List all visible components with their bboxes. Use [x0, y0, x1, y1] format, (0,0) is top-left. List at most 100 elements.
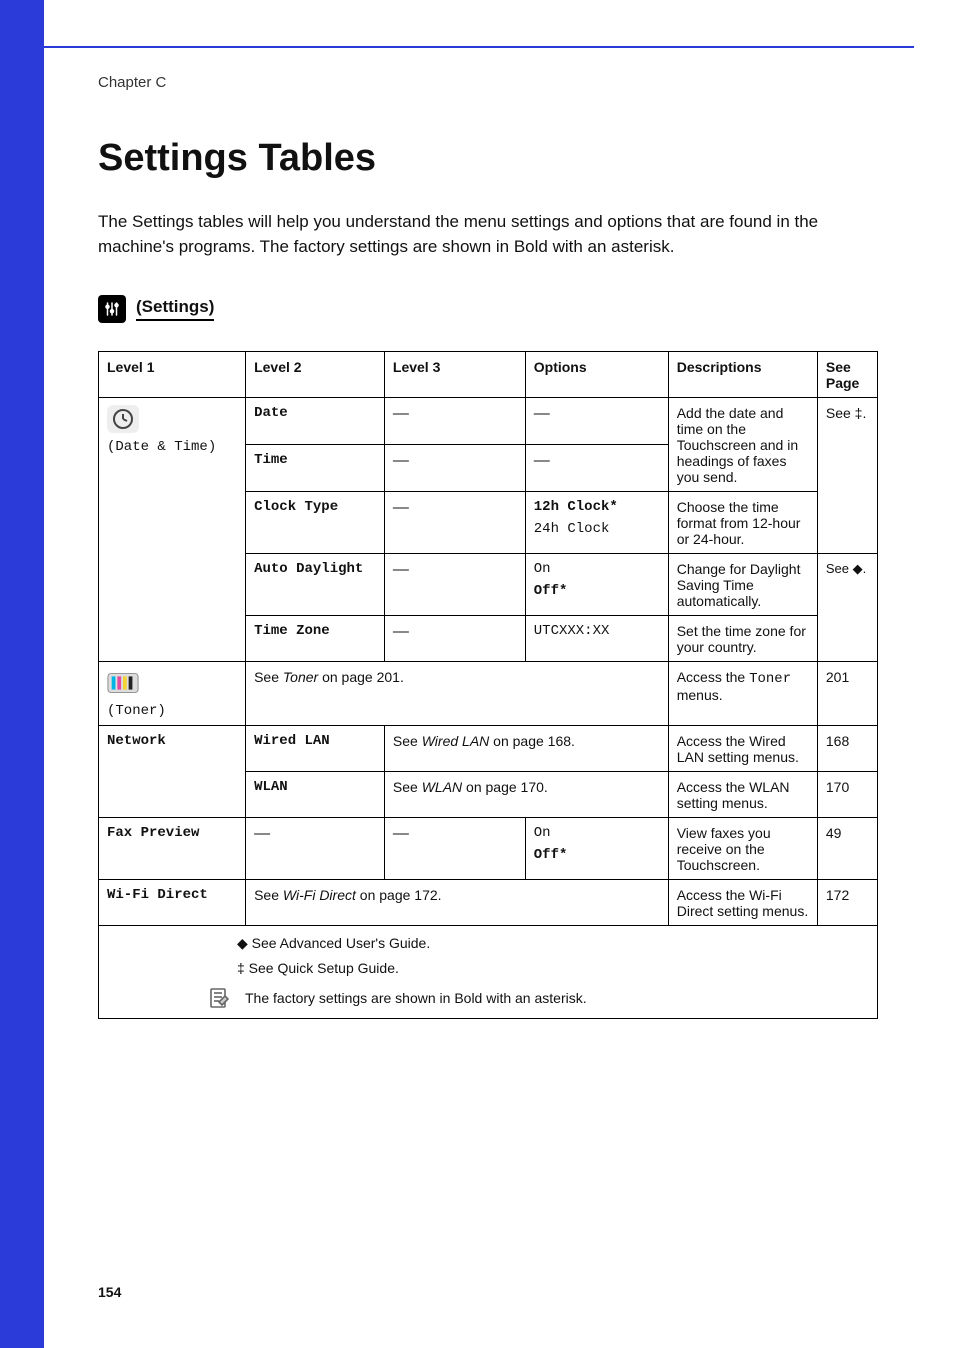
footnote-factory: The factory settings are shown in Bold w…	[245, 990, 587, 1006]
cell-timezone-level3: —	[384, 616, 525, 662]
th-level3: Level 3	[384, 352, 525, 398]
wifidirect-ref-ital: Wi-Fi Direct	[283, 887, 356, 903]
content-area: Chapter C Settings Tables The Settings t…	[98, 74, 878, 1019]
table-header-row: Level 1 Level 2 Level 3 Options Descript…	[99, 352, 878, 398]
page: Chapter C Settings Tables The Settings t…	[0, 0, 954, 1348]
toner-label: (Toner)	[107, 703, 166, 719]
wiredlan-ref-prefix: See	[393, 733, 422, 749]
footnote-ddagger: ‡ See Quick Setup Guide.	[237, 960, 869, 976]
settings-icon	[98, 295, 126, 323]
date-time-label: (Date & Time)	[107, 439, 216, 455]
cell-footnotes: ◆ See Advanced User's Guide. ‡ See Quick…	[99, 926, 878, 1019]
th-level2: Level 2	[246, 352, 385, 398]
cell-date-options: —	[525, 398, 668, 445]
wlan-ref-suffix: on page 170.	[462, 779, 548, 795]
autodaylight-opt2: Off*	[534, 583, 660, 599]
cell-date-time-level1: (Date & Time)	[99, 398, 246, 662]
autodaylight-opt1: On	[534, 561, 660, 577]
th-see-page: See Page	[817, 352, 877, 398]
settings-header-text: (Settings)	[136, 297, 214, 321]
cell-wlan-ref: See WLAN on page 170.	[384, 772, 668, 818]
cell-timezone-desc: Set the time zone for your country.	[668, 616, 817, 662]
cell-toner-ref: See Toner on page 201.	[246, 662, 669, 726]
clocktype-opt2: 24h Clock	[534, 521, 660, 537]
row-wired-lan: Network Wired LAN See Wired LAN on page …	[99, 726, 878, 772]
cell-autodaylight-level2: Auto Daylight	[246, 554, 385, 616]
row-wifi-direct: Wi-Fi Direct See Wi-Fi Direct on page 17…	[99, 880, 878, 926]
toner-ref-prefix: See	[254, 669, 283, 685]
cell-wiredlan-page: 168	[817, 726, 877, 772]
wlan-ref-prefix: See	[393, 779, 422, 795]
cell-faxpreview-page: 49	[817, 818, 877, 880]
cell-toner-level1: (Toner)	[99, 662, 246, 726]
cell-date-time-desc: Add the date and time on the Touchscreen…	[668, 398, 817, 492]
cell-autodaylight-options: On Off*	[525, 554, 668, 616]
wifidirect-ref-prefix: See	[254, 887, 283, 903]
intro-paragraph: The Settings tables will help you unders…	[98, 210, 878, 259]
settings-table: Level 1 Level 2 Level 3 Options Descript…	[98, 351, 878, 1019]
cell-date-level3: —	[384, 398, 525, 445]
cell-faxpreview-desc: View faxes you receive on the Touchscree…	[668, 818, 817, 880]
cell-wiredlan-ref: See Wired LAN on page 168.	[384, 726, 668, 772]
cell-wiredlan-desc: Access the Wired LAN setting menus.	[668, 726, 817, 772]
row-date: (Date & Time) Date — — Add the date and …	[99, 398, 878, 445]
toner-ref-ital: Toner	[283, 669, 318, 685]
cell-date-time-seepage: See ‡.	[817, 398, 877, 554]
cell-timezone-options: UTCXXX:XX	[525, 616, 668, 662]
faxpreview-opt2: Off*	[534, 847, 660, 863]
cell-autodaylight-seepage: See ◆.	[817, 554, 877, 662]
clocktype-opt1: 12h Clock*	[534, 499, 660, 515]
cell-timezone-level2: Time Zone	[246, 616, 385, 662]
cell-clocktype-desc: Choose the time format from 12-hour or 2…	[668, 492, 817, 554]
row-footnotes: ◆ See Advanced User's Guide. ‡ See Quick…	[99, 926, 878, 1019]
cell-wlan-level2: WLAN	[246, 772, 385, 818]
settings-section-header: (Settings)	[98, 295, 214, 323]
cell-toner-desc: Access the Toner menus.	[668, 662, 817, 726]
clock-icon	[107, 405, 139, 433]
cell-wlan-desc: Access the WLAN setting menus.	[668, 772, 817, 818]
cell-autodaylight-desc: Change for Daylight Saving Time automati…	[668, 554, 817, 616]
cell-autodaylight-level3: —	[384, 554, 525, 616]
cell-time-level2: Time	[246, 445, 385, 492]
cell-faxpreview-options: On Off*	[525, 818, 668, 880]
wifidirect-ref-suffix: on page 172.	[356, 887, 442, 903]
toner-ref-suffix: on page 201.	[318, 669, 404, 685]
cell-clocktype-level3: —	[384, 492, 525, 554]
cell-toner-page: 201	[817, 662, 877, 726]
cell-clocktype-options: 12h Clock* 24h Clock	[525, 492, 668, 554]
cell-wlan-page: 170	[817, 772, 877, 818]
chapter-label: Chapter C	[98, 74, 878, 91]
cell-wifidirect-desc: Access the Wi-Fi Direct setting menus.	[668, 880, 817, 926]
top-rule	[44, 46, 914, 48]
wiredlan-ref-suffix: on page 168.	[489, 733, 575, 749]
cell-wifidirect-ref: See Wi-Fi Direct on page 172.	[246, 880, 669, 926]
wiredlan-ref-ital: Wired LAN	[422, 733, 490, 749]
th-options: Options	[525, 352, 668, 398]
note-icon	[203, 984, 235, 1012]
toner-icon	[107, 669, 139, 697]
cell-network-level1: Network	[99, 726, 246, 818]
cell-wiredlan-level2: Wired LAN	[246, 726, 385, 772]
row-toner: (Toner) See Toner on page 201. Access th…	[99, 662, 878, 726]
left-blue-band	[0, 0, 44, 1348]
th-level1: Level 1	[99, 352, 246, 398]
cell-faxpreview-level3: —	[384, 818, 525, 880]
wlan-ref-ital: WLAN	[422, 779, 462, 795]
toner-desc-mono: Toner	[749, 671, 791, 687]
faxpreview-opt1: On	[534, 825, 660, 841]
cell-clocktype-level2: Clock Type	[246, 492, 385, 554]
cell-wifidirect-page: 172	[817, 880, 877, 926]
cell-date-level2: Date	[246, 398, 385, 445]
cell-time-options: —	[525, 445, 668, 492]
toner-desc-suffix: menus.	[677, 687, 723, 703]
row-fax-preview: Fax Preview — — On Off* View faxes you r…	[99, 818, 878, 880]
cell-faxpreview-level1: Fax Preview	[99, 818, 246, 880]
cell-time-level3: —	[384, 445, 525, 492]
page-number: 154	[98, 1284, 121, 1300]
cell-wifidirect-level1: Wi-Fi Direct	[99, 880, 246, 926]
footnote-diamond: ◆ See Advanced User's Guide.	[237, 935, 869, 952]
cell-faxpreview-level2: —	[246, 818, 385, 880]
page-title: Settings Tables	[98, 137, 878, 180]
toner-desc-prefix: Access the	[677, 669, 749, 685]
th-descriptions: Descriptions	[668, 352, 817, 398]
